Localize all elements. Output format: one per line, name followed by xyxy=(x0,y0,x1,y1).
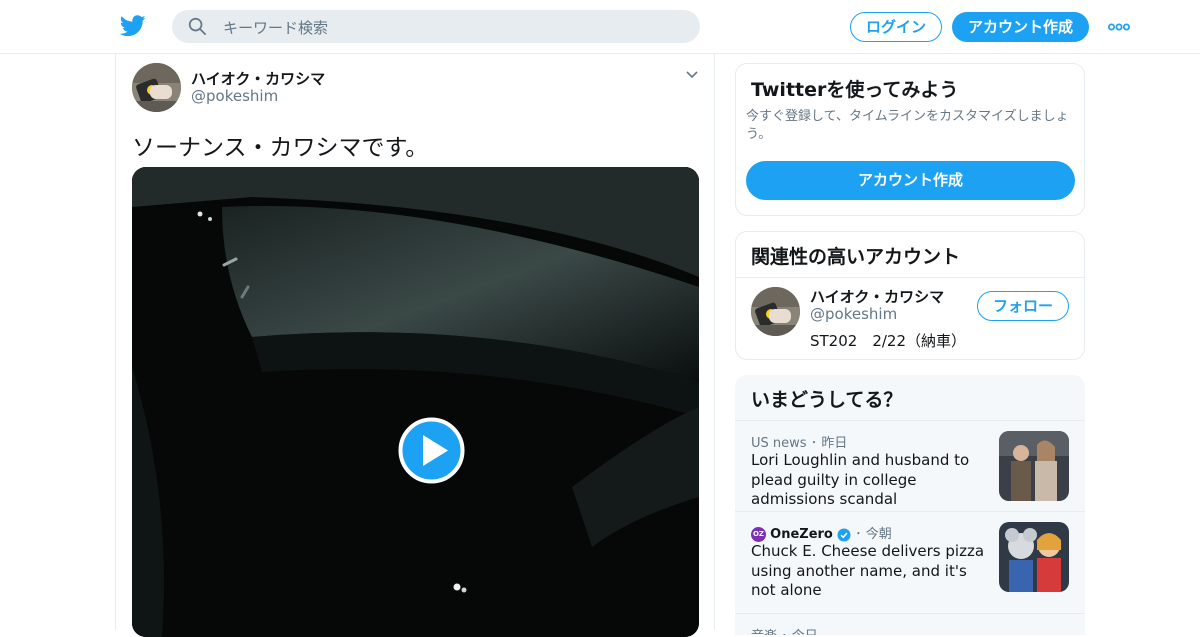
video-thumbnail xyxy=(132,167,699,637)
login-button[interactable]: ログイン xyxy=(850,12,942,42)
trend-headline: Chuck E. Cheese delivers pizza using ano… xyxy=(751,542,985,599)
search-icon xyxy=(188,17,206,35)
trend-thumbnail xyxy=(999,431,1069,501)
trend-photo xyxy=(999,431,1069,501)
twitter-bird-icon[interactable] xyxy=(120,14,146,38)
avatar[interactable] xyxy=(132,63,181,112)
trend-time: 昨日 xyxy=(821,436,848,451)
trend-thumbnail xyxy=(999,522,1069,592)
divider xyxy=(735,420,1085,421)
trend-category: US news xyxy=(751,436,807,451)
tweet-author-name[interactable]: ハイオク・カワシマ xyxy=(191,68,325,89)
trend-time: 今朝 xyxy=(865,527,892,542)
play-icon[interactable] xyxy=(398,417,465,484)
tweet-text: ソーナンス・カワシマです。 xyxy=(132,135,429,161)
tweet-author-handle[interactable]: @pokeshim xyxy=(191,87,278,105)
follow-button[interactable]: フォロー xyxy=(977,291,1069,321)
trend-meta: 音楽 ･ 今日 xyxy=(751,625,818,635)
divider xyxy=(735,613,1085,614)
trend-source: OneZero xyxy=(770,527,833,542)
separator-dot: ･ xyxy=(855,527,866,542)
related-accounts-card: 関連性の高いアカウント ハイオク・カワシマ @pokeshim ST202 2/… xyxy=(735,231,1085,360)
trend-photo xyxy=(999,522,1069,592)
separator-dot: ･ xyxy=(810,436,822,451)
trends-title: いまどうしてる？ xyxy=(751,389,903,411)
signup-card: Twitterを使ってみよう 今すぐ登録して、タイムラインをカスタマイズしましょ… xyxy=(735,63,1085,216)
trends-card: いまどうしてる？ US news ･ 昨日 Lori Loughlin and … xyxy=(735,375,1085,635)
verified-badge-icon xyxy=(837,528,851,541)
avatar[interactable] xyxy=(751,287,800,336)
trend-headline: Lori Loughlin and husband to plead guilt… xyxy=(751,451,970,508)
related-account-handle[interactable]: @pokeshim xyxy=(810,305,897,323)
tweet-card: ハイオク・カワシマ @pokeshim ソーナンス・カワシマです。 xyxy=(115,54,715,637)
trend-meta: OZ OneZero ･ 今朝 xyxy=(751,523,892,542)
signup-card-button[interactable]: アカウント作成 xyxy=(746,161,1075,200)
related-account-name[interactable]: ハイオク・カワシマ xyxy=(810,286,944,307)
divider xyxy=(735,511,1085,512)
avatar-photo xyxy=(132,63,181,112)
signup-card-description: 今すぐ登録して、タイムラインをカスタマイズしましょう。 xyxy=(746,109,1069,142)
more-dots-icon[interactable] xyxy=(1108,23,1130,31)
related-account-bio: ST202 2/22（納車） xyxy=(810,332,966,350)
tweet-video[interactable] xyxy=(132,167,699,637)
avatar-photo xyxy=(751,287,800,336)
related-accounts-title: 関連性の高いアカウント xyxy=(751,246,961,268)
trend-meta: US news ･ 昨日 xyxy=(751,432,847,451)
chevron-down-icon[interactable] xyxy=(685,70,699,80)
signup-card-title: Twitterを使ってみよう xyxy=(751,79,959,101)
signup-button[interactable]: アカウント作成 xyxy=(952,12,1089,42)
search-input[interactable]: キーワード検索 xyxy=(172,10,700,43)
divider xyxy=(736,277,1084,278)
top-navigation-bar: キーワード検索 ログイン アカウント作成 xyxy=(0,0,1200,54)
source-logo-icon: OZ xyxy=(751,527,766,542)
search-placeholder: キーワード検索 xyxy=(223,19,329,37)
